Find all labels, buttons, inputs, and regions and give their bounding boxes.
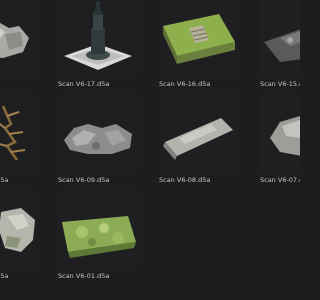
asset-label: Scan V6-01.d5a: [58, 272, 110, 280]
asset-tile[interactable]: Scan V6-01.d5a: [58, 190, 138, 286]
asset-tile[interactable]: Scan V6-08.d5a: [159, 94, 239, 190]
asset-thumbnail: [58, 0, 138, 78]
asset-tile[interactable]: Scan V6-17.d5a: [58, 0, 138, 94]
stairs-scan-thumbnail: [163, 14, 235, 64]
asset-browser: Scan V6-17.d5a Scan V6-16.d5a Scan V6-15…: [0, 0, 300, 300]
asset-thumbnail: [0, 190, 37, 270]
asset-label: Scan V6-02.d5a: [0, 272, 9, 280]
asset-tile[interactable]: Scan V6-15.d5a: [260, 0, 300, 94]
asset-thumbnail: [0, 94, 37, 174]
rock-scan-thumbnail: [0, 22, 29, 58]
asset-tile[interactable]: Scan V6-09.d5a: [58, 94, 138, 190]
asset-tile[interactable]: Scan V6-10.d5a: [0, 94, 37, 190]
asset-tile[interactable]: [0, 0, 37, 94]
rubble-scan-thumbnail: [64, 124, 132, 154]
asset-thumbnail: [260, 94, 300, 174]
asset-thumbnail: [58, 94, 138, 174]
asset-tile[interactable]: Scan V6-07.d5a: [260, 94, 300, 190]
ground-scan-thumbnail: [264, 29, 300, 62]
asset-tile[interactable]: Scan V6-02.d5a: [0, 190, 37, 286]
asset-thumbnail: [260, 0, 300, 78]
asset-label: Scan V6-09.d5a: [58, 176, 110, 184]
monument-scan-thumbnail: [64, 1, 132, 70]
asset-grid: Scan V6-17.d5a Scan V6-16.d5a Scan V6-15…: [0, 0, 300, 286]
branches-scan-thumbnail: [0, 105, 26, 161]
moss-ground-scan-thumbnail: [62, 216, 136, 258]
asset-label: Scan V6-17.d5a: [58, 80, 110, 88]
asset-label: Scan V6-15.d5a: [260, 80, 300, 88]
asset-thumbnail: [0, 0, 37, 78]
log-rock-scan-thumbnail: [163, 118, 233, 160]
asset-label: Scan V6-07.d5a: [260, 176, 300, 184]
asset-tile[interactable]: Scan V6-16.d5a: [159, 0, 239, 94]
boulder-scan-thumbnail: [270, 116, 300, 156]
mossy-rock-scan-thumbnail: [0, 208, 35, 252]
asset-label: Scan V6-16.d5a: [159, 80, 211, 88]
asset-label: Scan V6-10.d5a: [0, 176, 9, 184]
asset-thumbnail: [159, 0, 239, 78]
asset-thumbnail: [159, 94, 239, 174]
asset-label: Scan V6-08.d5a: [159, 176, 211, 184]
asset-thumbnail: [58, 190, 138, 270]
